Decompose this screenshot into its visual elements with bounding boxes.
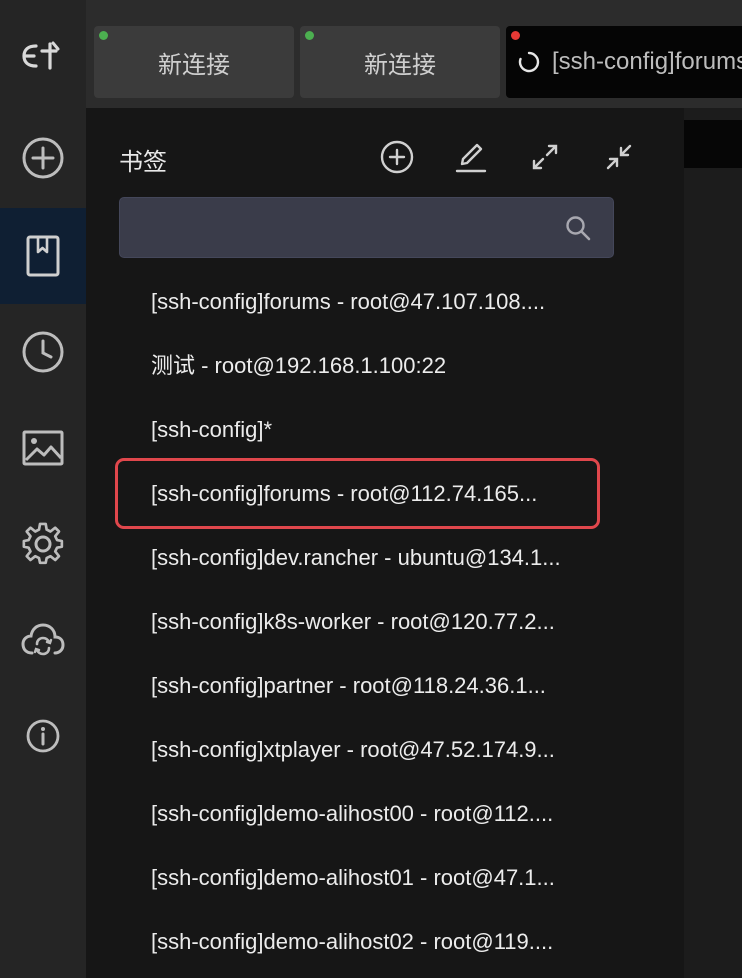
status-dot-disconnected: [511, 31, 520, 40]
bookmark-item[interactable]: [ssh-config]forums - root@112.74.165...: [151, 462, 621, 526]
bookmarks-panel: 书签 [ssh-config]forums - root@47.107.108.…: [86, 108, 684, 978]
rail-history[interactable]: [0, 304, 86, 400]
bookmark-item[interactable]: [ssh-config]demo-alihost00 - root@112...…: [151, 782, 621, 846]
sidebar-rail: [0, 0, 86, 978]
rail-bookmarks[interactable]: [0, 208, 86, 304]
bookmark-item[interactable]: [ssh-config]demo-alihost01 - root@47.1..…: [151, 846, 621, 910]
tab-bar: 新连接 新连接 [ssh-config]forums: [86, 0, 742, 108]
expand-all-button[interactable]: [528, 140, 562, 174]
search-icon[interactable]: [565, 215, 591, 246]
cloud-sync-icon: [21, 623, 65, 656]
terminal-header-strip: [684, 120, 742, 168]
tab-label: 新连接: [364, 51, 436, 79]
status-dot-connected: [305, 31, 314, 40]
edit-icon: [455, 143, 487, 173]
terminal-area[interactable]: [684, 108, 742, 978]
rail-add-connection[interactable]: [0, 110, 86, 206]
edit-bookmarks-button[interactable]: [454, 140, 488, 174]
bookmark-item[interactable]: [ssh-config]forums - root@47.107.108....: [151, 270, 621, 334]
rail-images[interactable]: [0, 400, 86, 496]
panel-title: 书签: [119, 149, 167, 176]
bookmark-item[interactable]: [ssh-config]dev.rancher - ubuntu@134.1..…: [151, 526, 621, 590]
bookmark-item[interactable]: [ssh-config]*: [151, 398, 621, 462]
tab-new-connection-1[interactable]: 新连接: [94, 26, 294, 98]
bookmark-item[interactable]: [ssh-config]xtplayer - root@47.52.174.9.…: [151, 718, 621, 782]
bookmark-icon: [26, 235, 60, 277]
app-logo: [0, 30, 86, 82]
collapse-icon: [606, 144, 632, 170]
bookmark-item[interactable]: [ssh-config]k8s-worker - root@120.77.2..…: [151, 590, 621, 654]
bookmark-item[interactable]: [ssh-config]demo-alihost02 - root@119...…: [151, 910, 621, 974]
app-window: 新连接 新连接 [ssh-config]forums 书签 [ssh-confi…: [0, 0, 742, 978]
rail-cloud-sync[interactable]: [0, 592, 86, 688]
info-icon: [26, 719, 60, 753]
tab-label: 新连接: [158, 51, 230, 79]
bookmark-item[interactable]: [ssh-config]partner - root@118.24.36.1..…: [151, 654, 621, 718]
panel-toolbar: [380, 140, 636, 174]
rail-settings[interactable]: [0, 496, 86, 592]
expand-icon: [532, 144, 558, 170]
rail-about[interactable]: [0, 688, 86, 784]
add-bookmark-button[interactable]: [380, 140, 414, 174]
gear-icon: [22, 522, 64, 565]
add-icon: [22, 137, 64, 179]
tab-label: [ssh-config]forums: [552, 48, 742, 75]
status-dot-connected: [99, 31, 108, 40]
search-input[interactable]: [134, 208, 558, 248]
image-icon: [22, 430, 64, 466]
history-icon: [22, 331, 64, 373]
tab-ssh-forums[interactable]: [ssh-config]forums: [506, 26, 742, 98]
bookmark-item[interactable]: 测试 - root@192.168.1.100:22: [151, 334, 621, 398]
tab-new-connection-2[interactable]: 新连接: [300, 26, 500, 98]
search-box: [119, 197, 614, 258]
loading-spinner-icon: [518, 51, 540, 73]
add-circle-icon: [380, 140, 414, 174]
collapse-all-button[interactable]: [602, 140, 636, 174]
